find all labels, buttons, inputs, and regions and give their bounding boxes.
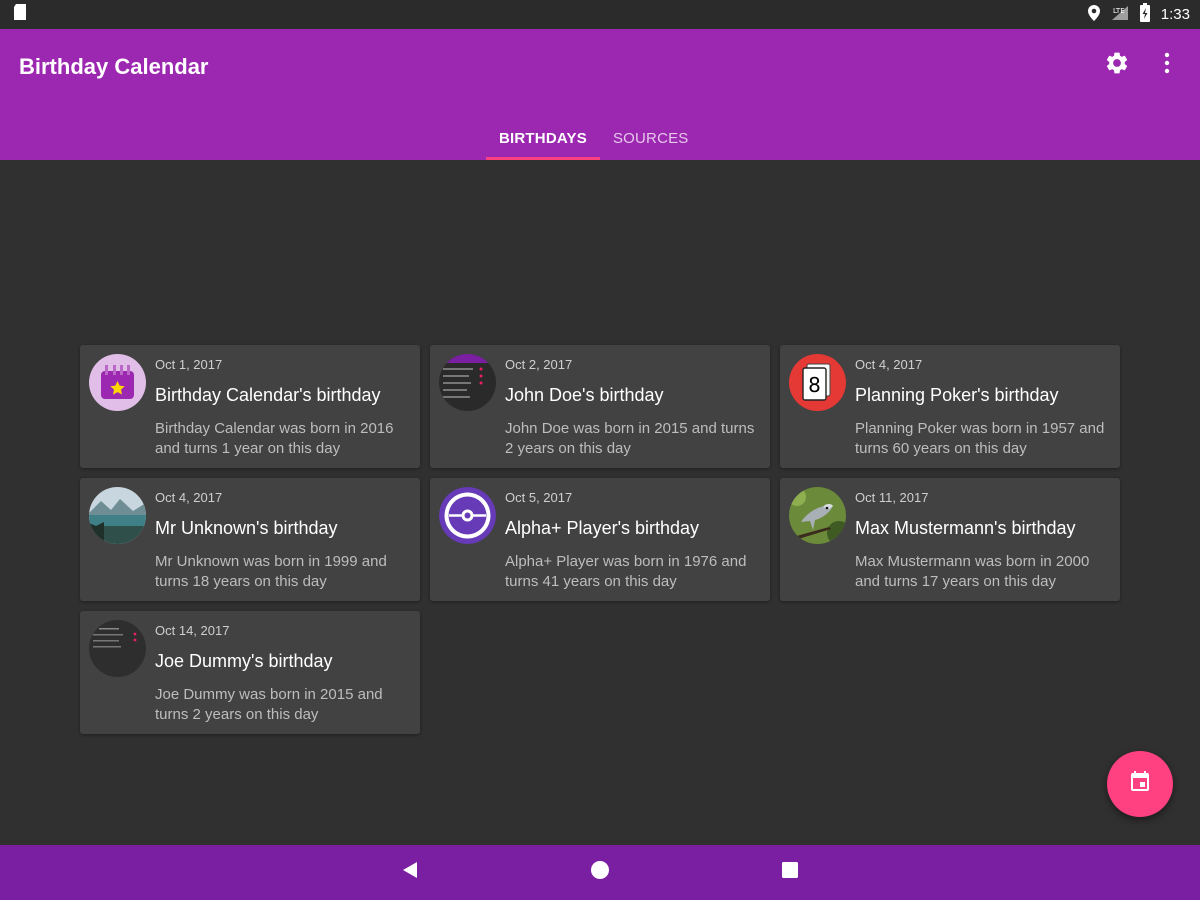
calendar-event-icon bbox=[1128, 770, 1152, 799]
bird-photo bbox=[789, 487, 846, 544]
birthday-card[interactable]: Oct 4, 2017 Mr Unknown's birthday Mr Unk… bbox=[80, 478, 420, 601]
birthday-title: Mr Unknown's birthday bbox=[155, 518, 338, 538]
app-bar-actions bbox=[1104, 51, 1180, 79]
tab-birthdays[interactable]: BIRTHDAYS bbox=[486, 117, 600, 160]
birthday-card[interactable]: 8 Oct 4, 2017 Planning Poker's birthday … bbox=[780, 345, 1120, 468]
home-circle-icon bbox=[590, 860, 610, 885]
birthday-card[interactable]: Oct 1, 2017 Birthday Calendar's birthday… bbox=[80, 345, 420, 468]
app-screenshot-avatar bbox=[439, 354, 496, 411]
birthday-description: Joe Dummy was born in 2015 and turns 2 y… bbox=[155, 686, 383, 723]
birthday-title: Planning Poker's birthday bbox=[855, 385, 1059, 405]
clock-time: 1:33 bbox=[1160, 6, 1190, 23]
birthday-date: Oct 2, 2017 bbox=[505, 357, 573, 372]
home-button[interactable] bbox=[580, 853, 620, 893]
birthday-date: Oct 4, 2017 bbox=[855, 357, 923, 372]
birthday-description: Planning Poker was born in 1957 and turn… bbox=[855, 420, 1105, 457]
back-triangle-icon bbox=[400, 860, 420, 885]
tab-sources[interactable]: SOURCES bbox=[600, 117, 702, 160]
app-screenshot-avatar bbox=[89, 620, 146, 677]
birthday-title: Max Mustermann's birthday bbox=[855, 518, 1076, 538]
birthday-card[interactable]: Oct 11, 2017 Max Mustermann's birthday M… bbox=[780, 478, 1120, 601]
signal-icon: LTE bbox=[1111, 5, 1129, 25]
birthdays-content: Oct 1, 2017 Birthday Calendar's birthday… bbox=[0, 160, 1200, 845]
lake-landscape-photo bbox=[89, 487, 146, 544]
playing-card-icon: 8 bbox=[789, 354, 846, 411]
birthday-date: Oct 11, 2017 bbox=[855, 490, 929, 505]
birthday-title: Alpha+ Player's birthday bbox=[505, 518, 700, 538]
birthday-description: Alpha+ Player was born in 1976 and turns… bbox=[505, 553, 747, 590]
status-bar: LTE 1:33 bbox=[0, 0, 1200, 29]
birthday-description: Mr Unknown was born in 1999 and turns 18… bbox=[155, 553, 387, 590]
birthday-date: Oct 4, 2017 bbox=[155, 490, 223, 505]
birthday-card[interactable]: Oct 5, 2017 Alpha+ Player's birthday Alp… bbox=[430, 478, 770, 601]
svg-text:LTE: LTE bbox=[1113, 7, 1125, 15]
birthday-grid: Oct 1, 2017 Birthday Calendar's birthday… bbox=[80, 345, 1120, 734]
status-indicators: LTE 1:33 bbox=[1087, 3, 1190, 26]
app-title: Birthday Calendar bbox=[19, 54, 209, 79]
svg-text:8: 8 bbox=[808, 373, 821, 397]
overflow-menu-button[interactable] bbox=[1154, 51, 1180, 79]
birthday-card[interactable]: Oct 14, 2017 Joe Dummy's birthday Joe Du… bbox=[80, 611, 420, 734]
birthday-title: John Doe's birthday bbox=[505, 385, 664, 405]
birthday-title: Birthday Calendar's birthday bbox=[155, 385, 381, 405]
location-icon bbox=[1087, 4, 1101, 26]
recents-square-icon bbox=[780, 860, 800, 885]
tab-bar: BIRTHDAYS SOURCES bbox=[486, 117, 702, 160]
birthday-date: Oct 1, 2017 bbox=[155, 357, 223, 372]
birthday-card[interactable]: Oct 2, 2017 John Doe's birthday John Doe… bbox=[430, 345, 770, 468]
recents-button[interactable] bbox=[770, 853, 810, 893]
birthday-description: Birthday Calendar was born in 2016 and t… bbox=[155, 420, 394, 457]
birthday-title: Joe Dummy's birthday bbox=[155, 651, 333, 671]
settings-button[interactable] bbox=[1104, 51, 1130, 79]
battery-icon bbox=[1139, 3, 1151, 26]
sd-card-icon bbox=[12, 3, 28, 26]
birthday-date: Oct 14, 2017 bbox=[155, 623, 230, 638]
app-bar: Birthday Calendar BIRTHDAYS SOURCES bbox=[0, 29, 1200, 160]
birthday-description: Max Mustermann was born in 2000 and turn… bbox=[855, 553, 1090, 590]
add-to-calendar-fab[interactable] bbox=[1107, 751, 1173, 817]
more-vert-icon bbox=[1164, 52, 1170, 79]
disc-player-icon bbox=[439, 487, 496, 544]
calendar-app-icon bbox=[89, 354, 146, 411]
back-button[interactable] bbox=[390, 853, 430, 893]
birthday-date: Oct 5, 2017 bbox=[505, 490, 573, 505]
gear-icon bbox=[1104, 50, 1130, 81]
birthday-description: John Doe was born in 2015 and turns 2 ye… bbox=[505, 420, 755, 457]
system-navigation-bar bbox=[0, 845, 1200, 900]
